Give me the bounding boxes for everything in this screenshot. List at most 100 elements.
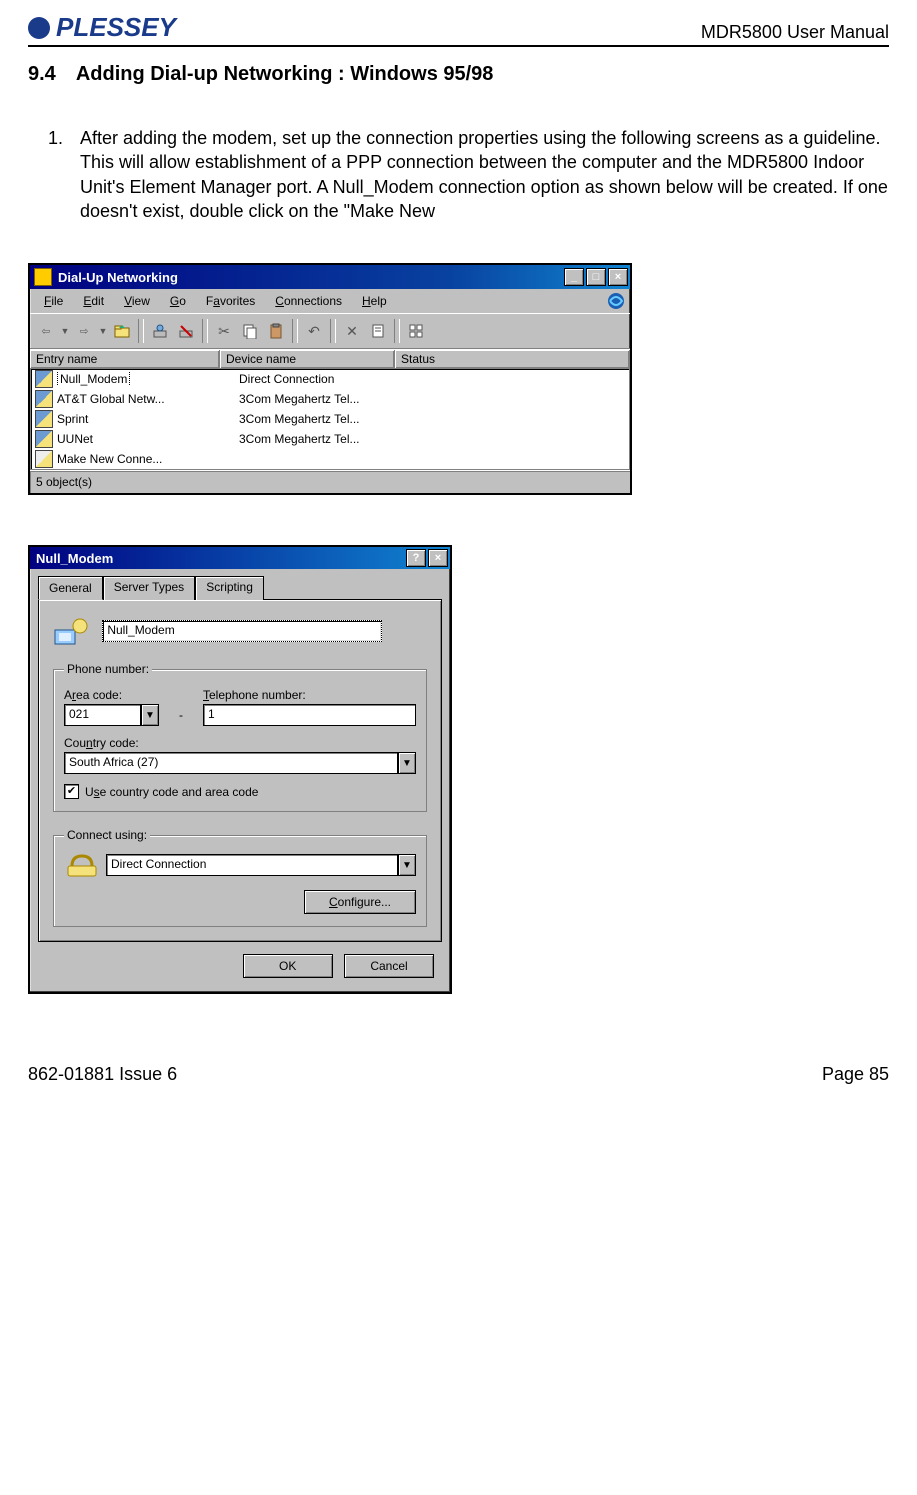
column-entry-name[interactable]: Entry name xyxy=(30,350,220,368)
window-title: Dial-Up Networking xyxy=(58,270,178,285)
entry-name: AT&T Global Netw... xyxy=(57,392,239,406)
phone-dash: - xyxy=(179,708,183,726)
map-drive-button[interactable] xyxy=(148,319,172,343)
footer-right: Page 85 xyxy=(822,1064,889,1085)
close-button[interactable]: × xyxy=(608,268,628,286)
connection-icon xyxy=(35,370,53,388)
list-item[interactable]: UUNet 3Com Megahertz Tel... xyxy=(31,429,629,449)
section-number: 9.4 xyxy=(28,63,56,86)
maximize-button[interactable]: □ xyxy=(586,268,606,286)
close-button[interactable]: × xyxy=(428,549,448,567)
properties-button[interactable] xyxy=(366,319,390,343)
entry-name: Make New Conne... xyxy=(57,452,239,466)
back-button[interactable]: ⇦ xyxy=(34,319,58,343)
dialog-title: Null_Modem xyxy=(36,551,113,566)
entry-name: Null_Modem xyxy=(57,372,130,386)
tab-server-types[interactable]: Server Types xyxy=(103,576,195,600)
country-code-label: Country code: xyxy=(64,736,416,750)
chevron-down-icon[interactable]: ▼ xyxy=(398,854,416,876)
disconnect-drive-button[interactable] xyxy=(174,319,198,343)
list-item[interactable]: Null_Modem Direct Connection xyxy=(31,369,629,389)
telephone-field[interactable]: 1 xyxy=(203,704,416,726)
menu-file[interactable]: File xyxy=(34,292,73,310)
section-title: Adding Dial-up Networking : Windows 95/9… xyxy=(76,63,494,86)
list-header: Entry name Device name Status xyxy=(30,349,630,368)
device-name: 3Com Megahertz Tel... xyxy=(239,392,414,406)
chevron-down-icon[interactable]: ▼ xyxy=(398,752,416,774)
area-code-combo[interactable]: 021 ▼ xyxy=(64,704,159,726)
status-bar: 5 object(s) xyxy=(30,470,630,493)
brand-logo: PLESSEY xyxy=(28,12,176,43)
connection-icon xyxy=(35,390,53,408)
tab-general[interactable]: General xyxy=(38,576,103,600)
document-title: MDR5800 User Manual xyxy=(701,22,889,43)
page-footer: 862-01881 Issue 6 Page 85 xyxy=(28,1064,889,1085)
column-device-name[interactable]: Device name xyxy=(220,350,395,368)
dialog-titlebar[interactable]: Null_Modem ? × xyxy=(30,547,450,569)
modem-icon xyxy=(64,850,100,880)
use-country-code-checkbox[interactable]: ✔ Use country code and area code xyxy=(64,784,416,799)
toolbar-divider xyxy=(138,319,144,343)
back-dropdown[interactable]: ▼ xyxy=(60,319,70,343)
menu-bar: File Edit View Go Favorites Connections … xyxy=(30,289,630,313)
use-country-code-label: Use country code and area code xyxy=(85,785,258,799)
tab-scripting[interactable]: Scripting xyxy=(195,576,264,600)
connect-using-legend: Connect using: xyxy=(64,828,150,842)
cut-button[interactable]: ✂ xyxy=(212,319,236,343)
ie-logo-icon xyxy=(606,291,626,311)
make-new-icon xyxy=(35,450,53,468)
list-item[interactable]: Make New Conne... xyxy=(31,449,629,469)
toolbar-divider xyxy=(292,319,298,343)
chevron-down-icon[interactable]: ▼ xyxy=(141,704,159,726)
country-code-value[interactable]: South Africa (27) xyxy=(64,752,398,774)
window-titlebar[interactable]: Dial-Up Networking _ □ × xyxy=(30,265,630,289)
ok-button[interactable]: OK xyxy=(243,954,333,978)
forward-dropdown[interactable]: ▼ xyxy=(98,319,108,343)
connect-using-value[interactable]: Direct Connection xyxy=(106,854,398,876)
forward-button[interactable]: ⇨ xyxy=(72,319,96,343)
step-item: After adding the modem, set up the conne… xyxy=(68,126,889,223)
status-text: 5 object(s) xyxy=(36,475,92,489)
device-name: 3Com Megahertz Tel... xyxy=(239,412,414,426)
menu-favorites[interactable]: Favorites xyxy=(196,292,265,310)
device-name: Direct Connection xyxy=(239,372,414,386)
connection-icon xyxy=(35,430,53,448)
menu-help[interactable]: Help xyxy=(352,292,397,310)
toolbar-divider xyxy=(394,319,400,343)
column-status[interactable]: Status xyxy=(395,350,630,368)
connection-icon xyxy=(35,410,53,428)
footer-left: 862-01881 Issue 6 xyxy=(28,1064,177,1085)
list-item[interactable]: Sprint 3Com Megahertz Tel... xyxy=(31,409,629,429)
connect-using-group: Connect using: Direct Connection ▼ Confi… xyxy=(53,828,427,927)
paste-button[interactable] xyxy=(264,319,288,343)
area-code-value[interactable]: 021 xyxy=(64,704,141,726)
copy-button[interactable] xyxy=(238,319,262,343)
menu-connections[interactable]: Connections xyxy=(265,292,352,310)
country-code-combo[interactable]: South Africa (27) ▼ xyxy=(64,752,416,774)
entry-name: Sprint xyxy=(57,412,239,426)
tab-strip: General Server Types Scripting xyxy=(38,575,442,599)
views-button[interactable] xyxy=(404,319,428,343)
connection-name-field[interactable]: Null_Modem xyxy=(102,620,382,642)
connect-using-combo[interactable]: Direct Connection ▼ xyxy=(106,854,416,876)
connection-large-icon xyxy=(53,616,89,646)
telephone-label: Telephone number: xyxy=(203,688,416,702)
null-modem-dialog: Null_Modem ? × General Server Types Scri… xyxy=(28,545,452,994)
cancel-button[interactable]: Cancel xyxy=(344,954,434,978)
toolbar: ⇦ ▼ ⇨ ▼ ✂ ↶ ✕ xyxy=(30,313,630,349)
delete-button[interactable]: ✕ xyxy=(340,319,364,343)
undo-button[interactable]: ↶ xyxy=(302,319,326,343)
configure-button[interactable]: Configure... xyxy=(304,890,416,914)
help-button[interactable]: ? xyxy=(406,549,426,567)
entry-name: UUNet xyxy=(57,432,239,446)
toolbar-divider xyxy=(330,319,336,343)
tab-panel-general: Null_Modem Phone number: Area code: 021 … xyxy=(38,599,442,942)
app-icon xyxy=(34,268,52,286)
toolbar-divider xyxy=(202,319,208,343)
menu-view[interactable]: View xyxy=(114,292,160,310)
list-item[interactable]: AT&T Global Netw... 3Com Megahertz Tel..… xyxy=(31,389,629,409)
up-button[interactable] xyxy=(110,319,134,343)
menu-go[interactable]: Go xyxy=(160,292,196,310)
menu-edit[interactable]: Edit xyxy=(73,292,114,310)
minimize-button[interactable]: _ xyxy=(564,268,584,286)
